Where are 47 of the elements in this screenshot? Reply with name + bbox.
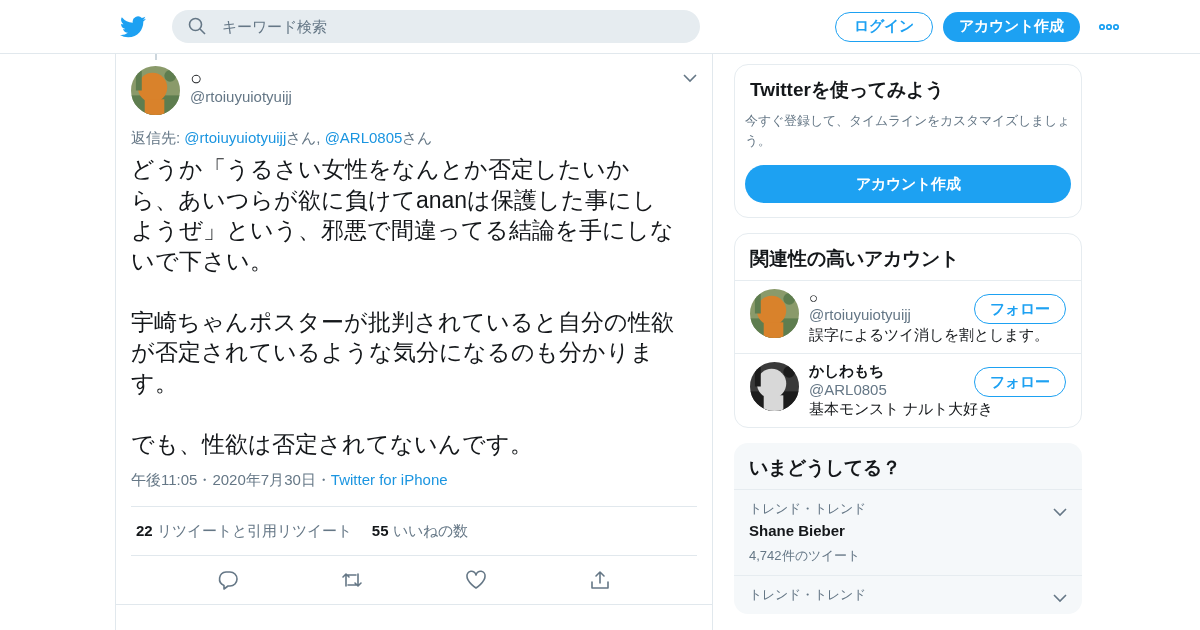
search-field[interactable]: キーワード検索 [172, 10, 700, 43]
trend-item[interactable]: トレンド・トレンド Shane Bieber 4,742件のツイート [734, 489, 1082, 575]
caret-icon[interactable] [1053, 594, 1067, 603]
card-title: いまどうしてる？ [748, 456, 902, 480]
signup-button[interactable]: アカウント作成 [745, 165, 1071, 203]
caret-icon[interactable] [1053, 508, 1067, 517]
tweet-text: 宇崎ちゃんポスターが批判されていると自分の性欲が否定されているような気分になるのも分かります。 [131, 307, 675, 398]
account-handle[interactable]: @rtoiuyuiotyuijj [809, 306, 974, 323]
trend-context: トレンド・トレンド [749, 500, 867, 518]
reply-icon[interactable] [217, 569, 239, 591]
user-name[interactable]: ○ [190, 68, 292, 88]
account-handle[interactable]: @ARL0805 [809, 381, 974, 398]
tweet-text: どうか「うるさい女性をなんとか否定したいから、あいつらが欲に負けてananは保護した事にしようぜ」という、邪悪で間違ってる結論を手にしないで下さい。 [131, 155, 675, 276]
login-button[interactable]: ログイン [835, 11, 933, 42]
signup-button[interactable]: アカウント作成 [943, 11, 1080, 42]
mention-link[interactable]: @ARL0805 [324, 129, 403, 146]
reply-suffix: さん [402, 129, 433, 146]
account-name[interactable]: ○ [809, 289, 974, 306]
reply-suffix: さん, [286, 129, 322, 146]
stat-link[interactable]: 22 リツイートと引用リツイート [136, 521, 352, 541]
tweet-text: でも、性欲は否定されてないんです。 [131, 429, 534, 459]
card-title: Twitterを使ってみよう [749, 78, 945, 102]
more-icon[interactable] [1098, 22, 1120, 31]
reply-label: 返信先: [131, 129, 182, 146]
mention-link[interactable]: @rtoiuyuiotyuijj [184, 129, 287, 146]
tweet-date: 2020年7月30日 [212, 471, 316, 490]
tweet-time: 午後11:05 [131, 471, 198, 490]
follow-button[interactable]: フォロー [974, 294, 1066, 324]
account-bio: 誤字によるツイ消しを割とします。 [809, 326, 1050, 345]
trend-name: Shane Bieber [749, 522, 846, 539]
trend-count: 4,742件のツイート [749, 547, 861, 565]
bird-logo-icon[interactable] [120, 15, 146, 38]
share-icon[interactable] [589, 569, 611, 591]
trend-item[interactable]: トレンド・トレンド [734, 575, 1082, 614]
account-bio: 基本モンスト ナルト大好き [809, 400, 995, 419]
follow-button[interactable]: フォロー [974, 367, 1066, 397]
caret-icon[interactable] [683, 74, 697, 83]
source-link[interactable]: Twitter for iPhone [330, 471, 448, 490]
separator: ・ [197, 471, 213, 490]
heart-icon[interactable] [465, 569, 487, 591]
stat-link[interactable]: 55 いいねの数 [371, 521, 468, 541]
account-name[interactable]: かしわもち [809, 362, 974, 381]
trend-context: トレンド・トレンド [749, 586, 867, 604]
card-title: 関連性の高いアカウント [749, 247, 960, 271]
separator: ・ [315, 471, 331, 490]
user-handle[interactable]: @rtoiuyuiotyuijj [190, 88, 292, 105]
card-text: 今すぐ登録して、タイムラインをカスタマイズしましょう。 [744, 112, 1071, 150]
